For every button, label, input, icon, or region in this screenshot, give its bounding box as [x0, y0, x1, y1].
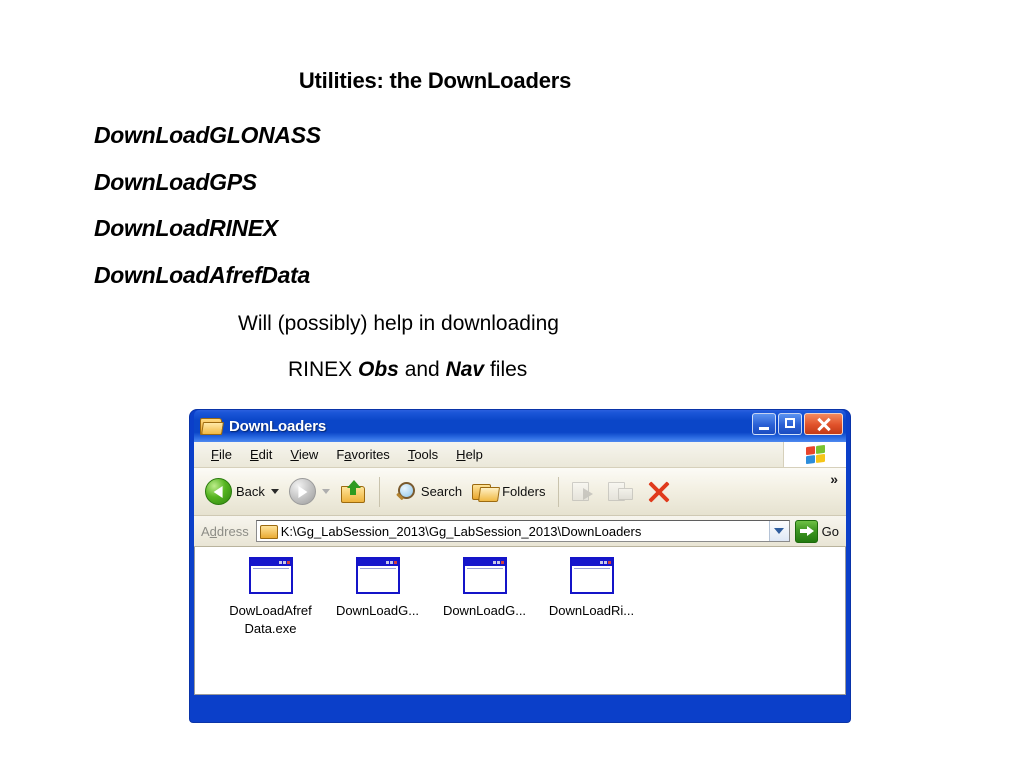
folders-button-label: Folders	[502, 484, 546, 499]
toolbar: Back Search Folders »	[194, 468, 846, 516]
utility-item-glonass: DownLoadGLONASS	[94, 122, 321, 148]
list-item-label: DownLoadG...	[442, 603, 527, 618]
forward-arrow-icon	[288, 478, 316, 505]
close-button[interactable]	[804, 413, 843, 435]
list-item-label: DownLoadRi...	[548, 603, 635, 618]
note-line-2: RINEX Obs and Nav files	[238, 347, 798, 393]
minimize-button[interactable]	[752, 413, 776, 435]
move-to-folder-icon	[572, 480, 598, 503]
folder-open-icon	[200, 417, 225, 435]
executable-icon	[462, 557, 507, 594]
magnifier-icon	[393, 480, 417, 504]
address-label: Address	[201, 523, 249, 539]
forward-button[interactable]	[284, 476, 335, 507]
note-line-1: Will (possibly) help in downloading	[238, 312, 559, 335]
delete-x-icon	[644, 478, 674, 506]
note-obs-emphasis: Obs	[358, 358, 399, 381]
caption-buttons	[752, 413, 843, 435]
note-line-2-mid: and	[398, 358, 446, 381]
address-input[interactable]: K:\Gg_LabSession_2013\Gg_LabSession_2013…	[255, 520, 790, 542]
up-one-level-icon	[340, 479, 366, 504]
menu-item-edit[interactable]: Edit	[241, 445, 281, 464]
folder-icon	[259, 524, 278, 539]
note-nav-emphasis: Nav	[445, 358, 485, 381]
toolbar-separator	[378, 476, 380, 507]
back-arrow-icon	[205, 478, 232, 505]
forward-history-chevron-down-icon[interactable]	[321, 489, 330, 494]
utility-list: DownLoadGLONASS DownLoadGPS DownLoadRINE…	[94, 112, 794, 298]
menu-item-favorites[interactable]: Favorites	[327, 445, 398, 464]
address-value: K:\Gg_LabSession_2013\Gg_LabSession_2013…	[280, 523, 642, 539]
search-button[interactable]: Search	[388, 478, 467, 506]
list-item-label: DownLoadG...	[335, 603, 420, 618]
list-item[interactable]: DowLoadAfref Data.exe	[217, 557, 324, 638]
window-titlebar[interactable]: DownLoaders	[194, 410, 846, 442]
copy-to-folder-button	[603, 478, 639, 505]
list-item-label: DowLoadAfref Data.exe	[229, 603, 312, 636]
move-to-folder-button	[567, 478, 603, 505]
executable-icon	[248, 557, 293, 594]
copy-to-folder-icon	[608, 480, 634, 503]
executable-icon	[569, 557, 614, 594]
back-button-label: Back	[236, 484, 265, 499]
menu-item-file[interactable]: File	[202, 445, 241, 464]
utility-item-rinex: DownLoadRINEX	[94, 215, 278, 242]
address-bar: Address K:\Gg_LabSession_2013\Gg_LabSess…	[194, 516, 846, 547]
go-arrow-icon	[794, 519, 818, 543]
menu-item-view[interactable]: View	[281, 445, 327, 464]
go-button-label: Go	[821, 523, 839, 539]
windows-flag-icon	[783, 442, 846, 467]
executable-icon	[355, 557, 400, 594]
window-title: DownLoaders	[229, 417, 326, 435]
utility-item-afrefdata: DownLoadAfrefData	[94, 261, 310, 288]
address-chevron-down-icon[interactable]	[768, 521, 789, 541]
toolbar-overflow-button[interactable]: »	[830, 471, 838, 487]
go-button[interactable]: Go	[790, 519, 846, 543]
menu-item-help[interactable]: Help	[447, 445, 492, 464]
menu-bar: File Edit View Favorites Tools Help	[194, 442, 846, 468]
file-list-area[interactable]: DowLoadAfref Data.exe DownLoadG... DownL…	[194, 547, 846, 695]
back-button[interactable]: Back	[200, 476, 284, 507]
folders-icon	[472, 480, 501, 503]
up-one-level-button[interactable]	[335, 478, 371, 506]
icon-grid: DowLoadAfref Data.exe DownLoadG... DownL…	[195, 547, 845, 638]
menu-item-tools[interactable]: Tools	[399, 445, 447, 464]
back-history-chevron-down-icon[interactable]	[270, 489, 279, 494]
note-block: Will (possibly) help in downloading RINE…	[238, 301, 798, 393]
delete-button[interactable]	[639, 476, 679, 508]
note-line-2-post: files	[484, 358, 528, 381]
list-item[interactable]: DownLoadG...	[431, 557, 538, 638]
maximize-button[interactable]	[778, 413, 802, 435]
explorer-window: DownLoaders File Edit View Favorites Too…	[190, 410, 850, 722]
toolbar-separator	[558, 476, 560, 507]
search-button-label: Search	[420, 484, 463, 499]
page-title: Utilities: the DownLoaders	[298, 68, 572, 93]
utility-item-gps: DownLoadGPS	[94, 168, 257, 195]
list-item[interactable]: DownLoadRi...	[538, 557, 645, 638]
folders-button[interactable]: Folders	[467, 478, 550, 505]
note-line-2-pre: RINEX	[288, 358, 359, 381]
list-item[interactable]: DownLoadG...	[324, 557, 431, 638]
